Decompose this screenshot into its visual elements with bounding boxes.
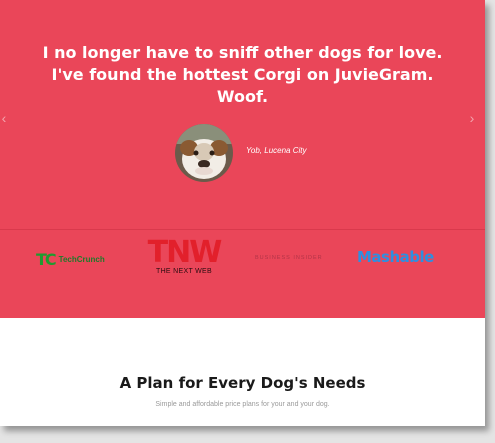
tnw-mark: TNW (147, 235, 223, 270)
bulldog-avatar-icon (175, 124, 233, 182)
testimonial-avatar (175, 124, 233, 182)
testimonial-author: Yob, Lucena City (246, 146, 307, 155)
carousel-next-arrow-icon[interactable]: › (467, 109, 477, 127)
mashable-logo[interactable]: Mashable (357, 248, 434, 266)
page-frame: ‹ › I no longer have to sniff other dogs… (0, 0, 485, 426)
tnw-wordmark: THE NEXT WEB (156, 268, 212, 275)
techcrunch-wordmark: TechCrunch (58, 254, 105, 264)
testimonial-quote: I no longer have to sniff other dogs for… (42, 43, 443, 106)
testimonial-section: ‹ › I no longer have to sniff other dogs… (0, 0, 485, 318)
techcrunch-logo[interactable]: TC TechCrunch (36, 249, 105, 269)
business-insider-logo[interactable]: BUSINESS INSIDER (255, 255, 323, 261)
techcrunch-mark: TC (36, 249, 57, 269)
plans-subheading: Simple and affordable price plans for yo… (155, 401, 330, 408)
plans-heading: A Plan for Every Dog's Needs (119, 374, 366, 392)
carousel-prev-arrow-icon[interactable]: ‹ (0, 109, 9, 127)
section-divider (0, 229, 485, 230)
the-next-web-logo[interactable]: TNW THE NEXT WEB (143, 238, 225, 280)
